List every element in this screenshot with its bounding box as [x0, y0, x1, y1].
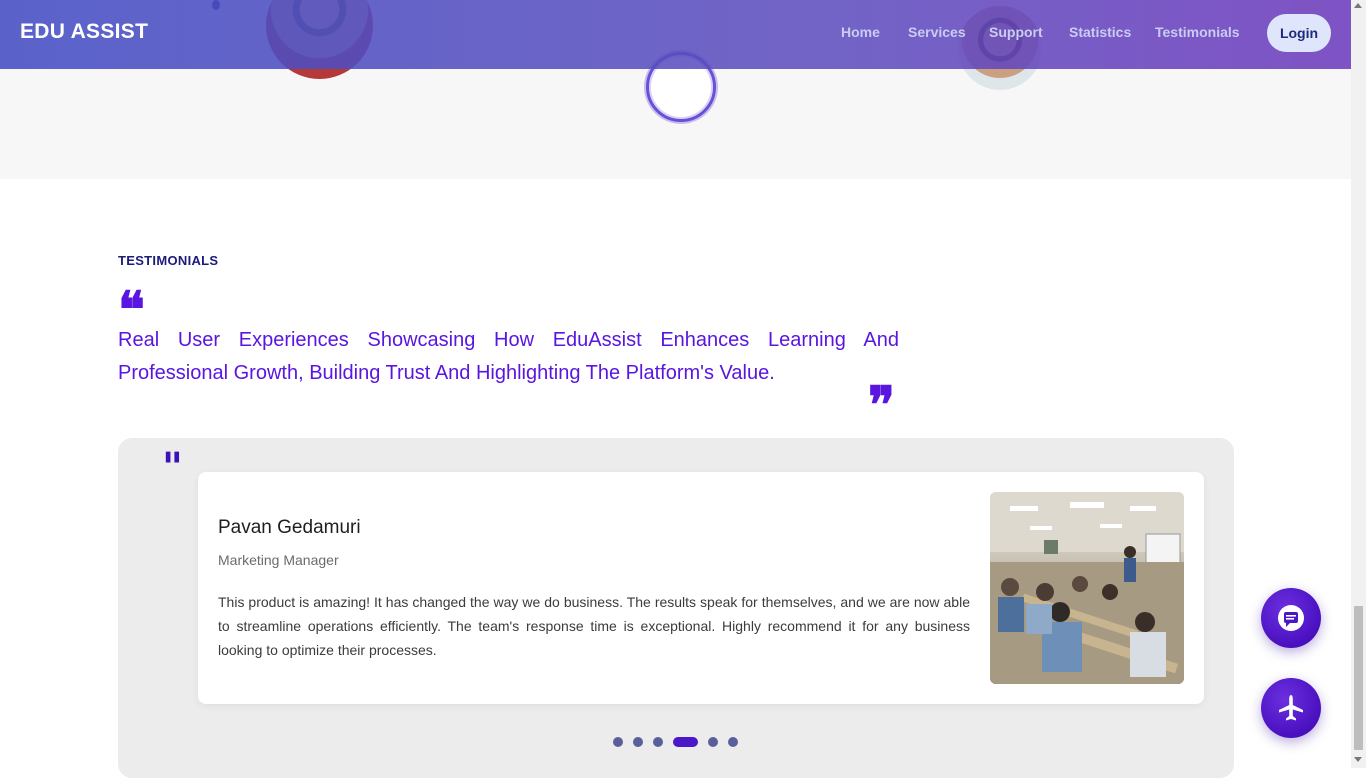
section-label: TESTIMONIALS	[118, 253, 219, 268]
close-quote-icon: ❞	[868, 375, 895, 434]
testimonials-headline: Real User Experiences Showcasing How Edu…	[118, 329, 899, 384]
brand-logo[interactable]: EDU ASSIST	[20, 20, 148, 44]
pagination-dot[interactable]	[728, 737, 738, 747]
scrollbar-thumb[interactable]	[1354, 606, 1363, 750]
testimonial-text: This product is amazing! It has changed …	[218, 594, 970, 658]
scroll-down-icon[interactable]	[1354, 757, 1362, 762]
pagination-dot[interactable]	[613, 737, 623, 747]
login-button[interactable]: Login	[1267, 14, 1331, 52]
scroll-up-icon[interactable]	[1354, 3, 1362, 8]
testimonial-role: Marketing Manager	[218, 552, 339, 568]
classroom-photo-icon	[990, 492, 1184, 684]
chat-icon	[1278, 605, 1304, 631]
testimonial-name: Pavan Gedamuri	[218, 517, 361, 538]
pagination-dot-active[interactable]	[673, 737, 698, 747]
launch-button[interactable]	[1261, 678, 1321, 738]
card-quote-icon: "	[162, 444, 183, 491]
nav-link-testimonials[interactable]: Testimonials	[1155, 24, 1240, 40]
pagination-dot[interactable]	[633, 737, 643, 747]
carousel-pagination	[613, 737, 738, 747]
nav-link-services[interactable]: Services	[908, 24, 966, 40]
chat-button[interactable]	[1261, 588, 1321, 648]
navbar: EDU ASSIST Home Services Support Statist…	[0, 0, 1351, 69]
pagination-dot[interactable]	[653, 737, 663, 747]
testimonial-photo	[990, 492, 1184, 684]
nav-link-statistics[interactable]: Statistics	[1069, 24, 1131, 40]
nav-link-support[interactable]: Support	[989, 24, 1043, 40]
pagination-dot[interactable]	[708, 737, 718, 747]
nav-link-home[interactable]: Home	[841, 24, 880, 40]
airplane-icon	[1279, 695, 1303, 721]
